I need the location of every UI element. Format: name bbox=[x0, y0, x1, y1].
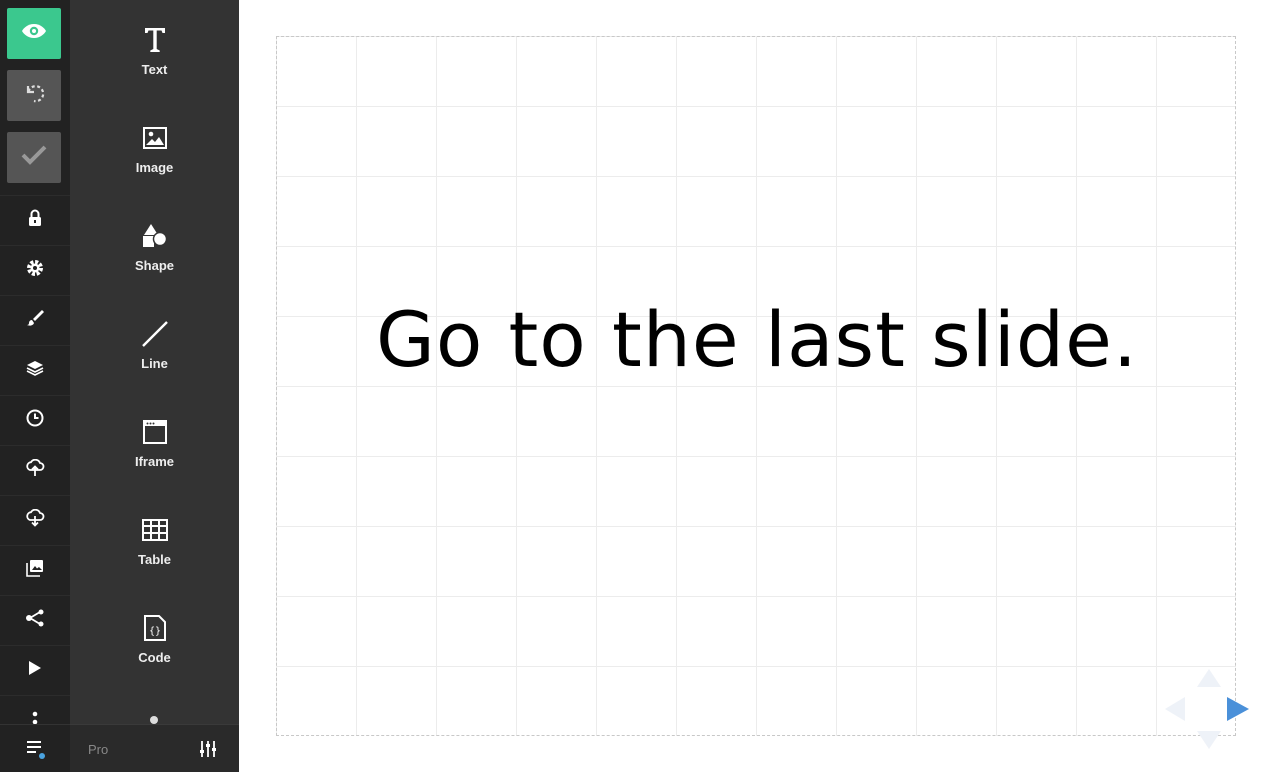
canvas-area: Go to the last slide. bbox=[239, 0, 1269, 772]
pro-label[interactable]: Pro bbox=[88, 742, 108, 757]
block-label: Table bbox=[138, 552, 171, 567]
lock-icon bbox=[28, 209, 42, 232]
text-icon bbox=[144, 27, 166, 58]
svg-text:{}: {} bbox=[148, 626, 160, 637]
settings-button[interactable] bbox=[0, 245, 70, 295]
layers-button[interactable] bbox=[0, 345, 70, 395]
left-toolbar bbox=[0, 0, 70, 772]
undo-icon bbox=[22, 81, 46, 110]
line-block-button[interactable]: Line bbox=[70, 316, 239, 371]
share-button[interactable] bbox=[0, 595, 70, 645]
nav-left-arrow[interactable] bbox=[1164, 696, 1186, 727]
clock-icon bbox=[26, 409, 44, 432]
slide-navigation bbox=[1164, 668, 1254, 752]
cloud-download-icon bbox=[25, 508, 45, 532]
export-button[interactable] bbox=[0, 495, 70, 545]
block-label: Line bbox=[141, 356, 168, 371]
image-library-icon bbox=[26, 559, 44, 582]
blocks-panel: Text Image Shape Line Iframe Table {} Co… bbox=[70, 0, 239, 772]
block-label: Image bbox=[135, 160, 174, 175]
block-label: Iframe bbox=[134, 454, 175, 469]
shape-block-button[interactable]: Shape bbox=[70, 218, 239, 273]
block-label: Code bbox=[138, 650, 171, 665]
lock-button[interactable] bbox=[0, 195, 70, 245]
table-icon bbox=[141, 518, 168, 546]
layers-icon bbox=[26, 360, 44, 381]
block-label: Text bbox=[141, 62, 168, 77]
import-button[interactable] bbox=[0, 445, 70, 495]
slide[interactable]: Go to the last slide. bbox=[276, 36, 1236, 736]
table-block-button[interactable]: Table bbox=[70, 512, 239, 567]
scroll-more-indicator bbox=[150, 716, 158, 724]
text-block-button[interactable]: Text bbox=[70, 22, 239, 77]
more-button[interactable] bbox=[0, 695, 70, 725]
style-button[interactable] bbox=[0, 295, 70, 345]
shape-icon bbox=[142, 223, 168, 254]
nav-down-arrow[interactable] bbox=[1196, 730, 1222, 755]
media-button[interactable] bbox=[0, 545, 70, 595]
image-icon bbox=[142, 126, 167, 154]
eye-icon bbox=[21, 23, 47, 44]
preview-button[interactable] bbox=[7, 8, 61, 59]
nav-up-arrow[interactable] bbox=[1196, 668, 1222, 693]
check-icon bbox=[21, 145, 47, 170]
sliders-icon[interactable] bbox=[198, 739, 218, 759]
block-label: Shape bbox=[134, 258, 174, 273]
save-button[interactable] bbox=[7, 132, 61, 183]
revisions-button[interactable] bbox=[0, 395, 70, 445]
present-button[interactable] bbox=[0, 645, 70, 695]
gear-icon bbox=[26, 259, 44, 282]
line-icon bbox=[141, 320, 169, 353]
panel-footer: Pro bbox=[70, 724, 239, 772]
image-block-button[interactable]: Image bbox=[70, 120, 239, 175]
iframe-icon bbox=[142, 419, 167, 449]
cloud-upload-icon bbox=[25, 458, 45, 482]
code-icon: {} bbox=[143, 614, 166, 646]
iframe-block-button[interactable]: Iframe bbox=[70, 414, 239, 469]
menu-button[interactable] bbox=[0, 724, 70, 772]
nav-right-arrow[interactable] bbox=[1226, 696, 1250, 727]
play-icon bbox=[28, 660, 42, 681]
brush-icon bbox=[26, 309, 44, 332]
undo-button[interactable] bbox=[7, 70, 61, 121]
notification-dot bbox=[39, 753, 45, 759]
share-icon bbox=[25, 609, 45, 632]
code-block-button[interactable]: {} Code bbox=[70, 610, 239, 665]
slide-text[interactable]: Go to the last slide. bbox=[277, 295, 1237, 384]
